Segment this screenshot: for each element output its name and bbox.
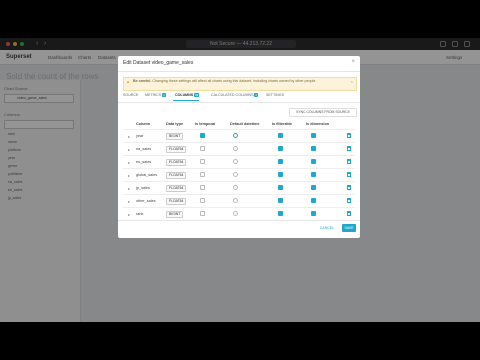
column-name: global_sales [136, 173, 158, 177]
column-name: eu_sales [136, 160, 152, 164]
is-dimension-checkbox[interactable] [311, 211, 316, 216]
tab-columns[interactable]: COLUMNS 11 [175, 93, 200, 97]
header-is-dimension: Is dimension [306, 122, 330, 126]
header-data-type: Data type [166, 122, 184, 126]
expand-row-icon[interactable]: ▸ [128, 212, 130, 217]
is-temporal-checkbox[interactable] [200, 185, 205, 190]
expand-row-icon[interactable]: ▸ [128, 199, 130, 204]
is-temporal-checkbox[interactable] [200, 172, 205, 177]
data-type-badge: BIGINT [166, 211, 184, 218]
tab-count: 1 [162, 93, 166, 97]
warning-text: Be careful. Changing these settings will… [133, 79, 343, 84]
tab-label: COLUMNS [175, 93, 194, 97]
header-column: Column [136, 122, 151, 126]
is-filterable-checkbox[interactable] [278, 172, 283, 177]
is-temporal-checkbox[interactable] [200, 146, 205, 151]
table-row: ▸ na_sales FLOAT64 [123, 142, 355, 156]
tab-settings[interactable]: SETTINGS [266, 93, 284, 97]
warning-message: Changing these settings will affect all … [152, 79, 317, 83]
tab-label: METRICS [145, 93, 162, 97]
edit-dataset-modal: Edit Dataset video_game_sales × ▲ Be car… [118, 56, 360, 238]
trash-icon[interactable] [347, 185, 351, 190]
data-type-badge: FLOAT64 [166, 146, 187, 153]
default-datetime-radio[interactable] [233, 159, 238, 164]
is-temporal-checkbox[interactable] [200, 133, 205, 138]
tab-label: CALCULATED COLUMNS [211, 93, 254, 97]
table-row: ▸ other_sales FLOAT64 [123, 194, 355, 208]
warning-bold: Be careful. [133, 79, 152, 83]
expand-row-icon[interactable]: ▸ [128, 186, 130, 191]
table-row: ▸ eu_sales FLOAT64 [123, 155, 355, 169]
dismiss-warning-icon[interactable]: × [351, 79, 353, 84]
expand-row-icon[interactable]: ▸ [128, 134, 130, 139]
column-name: na_sales [136, 147, 152, 151]
header-default-datetime: Default datetime [230, 122, 260, 126]
tab-calculated-columns[interactable]: CALCULATED COLUMNS 0 [211, 93, 259, 97]
data-type-badge: FLOAT64 [166, 185, 187, 192]
expand-row-icon[interactable]: ▸ [128, 147, 130, 152]
tab-source[interactable]: SOURCE [123, 93, 138, 97]
is-temporal-checkbox[interactable] [200, 159, 205, 164]
is-filterable-checkbox[interactable] [278, 211, 283, 216]
divider [118, 102, 360, 103]
default-datetime-radio[interactable] [233, 185, 238, 190]
table-row: ▸ rank BIGINT [123, 207, 355, 221]
default-datetime-radio[interactable] [233, 146, 238, 151]
warning-icon: ▲ [126, 79, 130, 84]
column-name: rank [136, 212, 144, 216]
close-icon[interactable]: × [351, 59, 355, 65]
active-tab-indicator [173, 100, 199, 101]
tab-label: SETTINGS [266, 93, 284, 97]
tab-count: 11 [194, 93, 200, 97]
trash-icon[interactable] [347, 133, 351, 138]
is-temporal-checkbox[interactable] [200, 211, 205, 216]
is-temporal-checkbox[interactable] [200, 198, 205, 203]
table-row: ▸ year BIGINT [123, 129, 355, 143]
tab-metrics[interactable]: METRICS 1 [145, 93, 166, 97]
data-type-badge: FLOAT64 [166, 159, 187, 166]
trash-icon[interactable] [347, 172, 351, 177]
is-filterable-checkbox[interactable] [278, 146, 283, 151]
is-dimension-checkbox[interactable] [311, 133, 316, 138]
divider [118, 71, 360, 72]
expand-row-icon[interactable]: ▸ [128, 160, 130, 165]
modal-title: Edit Dataset video_game_sales [123, 60, 194, 66]
default-datetime-radio[interactable] [233, 172, 238, 177]
data-type-badge: FLOAT64 [166, 198, 187, 205]
column-name: other_sales [136, 199, 156, 203]
table-row: ▸ jp_sales FLOAT64 [123, 181, 355, 195]
save-button[interactable]: SAVE [342, 224, 356, 232]
is-dimension-checkbox[interactable] [311, 172, 316, 177]
cancel-button[interactable]: CANCEL [317, 224, 337, 232]
is-dimension-checkbox[interactable] [311, 198, 316, 203]
is-dimension-checkbox[interactable] [311, 185, 316, 190]
trash-icon[interactable] [347, 146, 351, 151]
tab-count: 0 [254, 93, 259, 97]
divider [118, 220, 360, 221]
table-row: ▸ global_sales FLOAT64 [123, 168, 355, 182]
trash-icon[interactable] [347, 159, 351, 164]
is-filterable-checkbox[interactable] [278, 198, 283, 203]
is-dimension-checkbox[interactable] [311, 146, 316, 151]
is-filterable-checkbox[interactable] [278, 159, 283, 164]
data-type-badge: BIGINT [166, 133, 184, 140]
sync-columns-button[interactable]: SYNC COLUMNS FROM SOURCE [289, 108, 357, 117]
header-is-temporal: Is temporal [195, 122, 216, 126]
default-datetime-radio[interactable] [233, 133, 238, 138]
default-datetime-radio[interactable] [233, 211, 238, 216]
tab-label: SOURCE [123, 93, 139, 97]
column-name: year [136, 134, 144, 138]
expand-row-icon[interactable]: ▸ [128, 173, 130, 178]
column-name: jp_sales [136, 186, 150, 190]
trash-icon[interactable] [347, 198, 351, 203]
default-datetime-radio[interactable] [233, 198, 238, 203]
is-filterable-checkbox[interactable] [278, 185, 283, 190]
warning-alert: ▲ Be careful. Changing these settings wi… [123, 77, 357, 91]
trash-icon[interactable] [347, 211, 351, 216]
is-filterable-checkbox[interactable] [278, 133, 283, 138]
header-is-filterable: Is filterable [272, 122, 293, 126]
is-dimension-checkbox[interactable] [311, 159, 316, 164]
data-type-badge: FLOAT64 [166, 172, 187, 179]
